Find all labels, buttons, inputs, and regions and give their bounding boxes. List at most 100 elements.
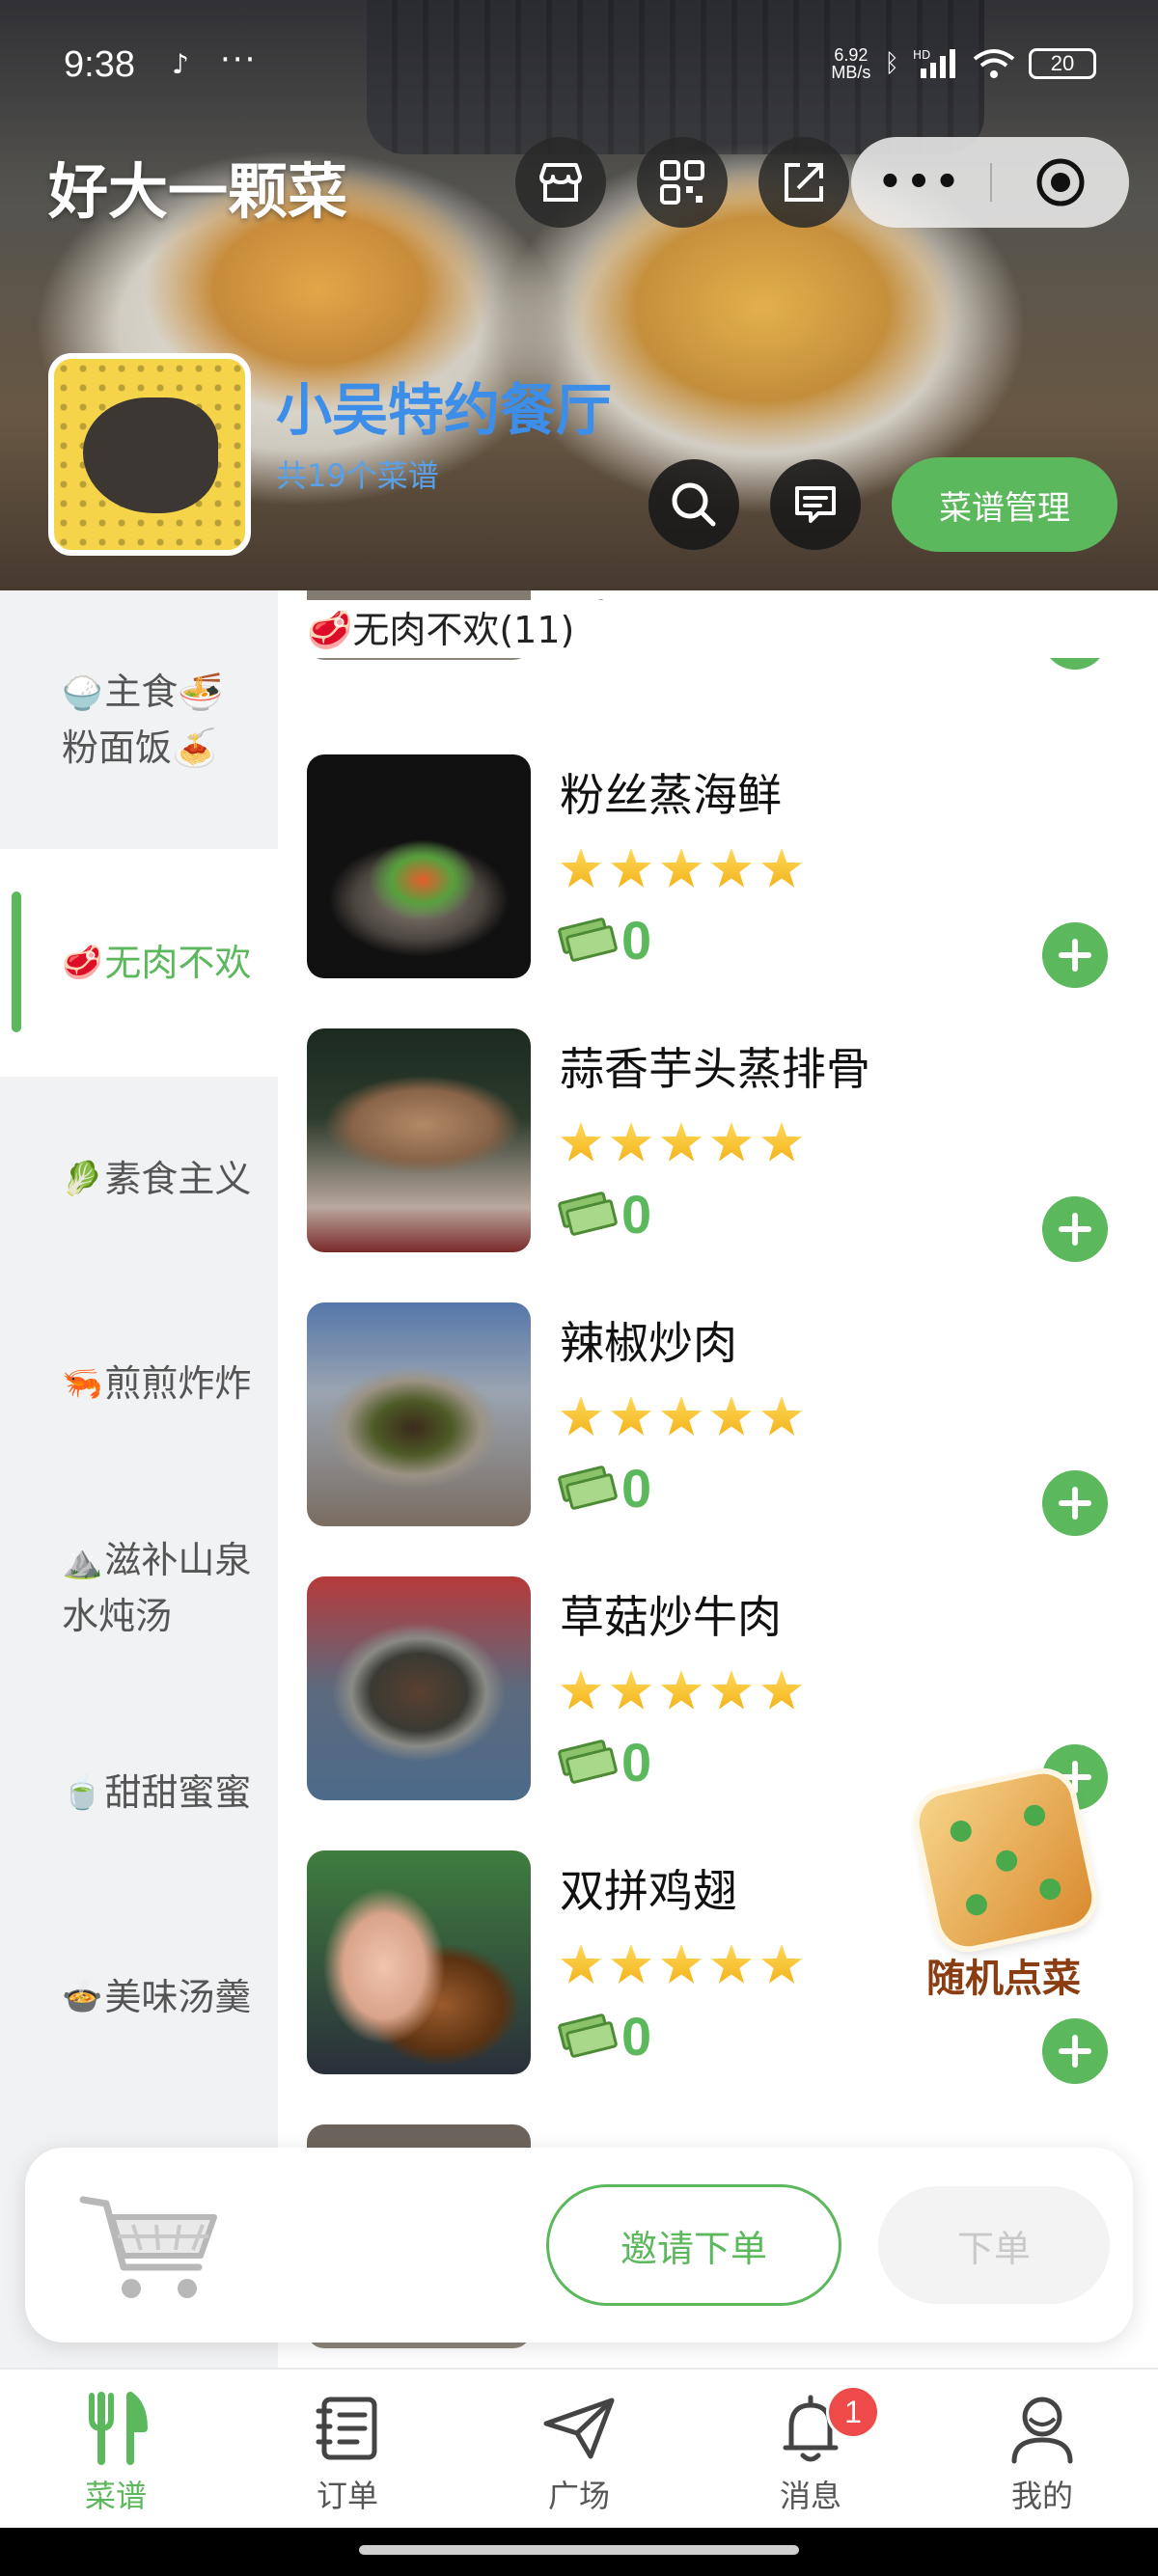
dish-name: 辣椒炒肉 bbox=[560, 1317, 737, 1369]
money-icon bbox=[557, 916, 619, 963]
search-icon bbox=[672, 482, 716, 527]
svg-text:HD: HD bbox=[913, 48, 930, 62]
store-button[interactable] bbox=[515, 137, 606, 228]
rating-stars bbox=[560, 1395, 803, 1438]
recipe-manage-button[interactable]: 菜谱管理 bbox=[892, 457, 1117, 552]
star-icon bbox=[610, 1943, 652, 1984]
dish-name: 双拼鸡翅 bbox=[560, 1865, 737, 1917]
sidebar-item-meat[interactable]: 🥩 无肉不欢 bbox=[0, 849, 278, 1077]
shopping-cart-icon[interactable] bbox=[73, 2182, 228, 2308]
sidebar-item-label: 滋补山泉 bbox=[104, 1539, 252, 1581]
status-time: 9:38 bbox=[64, 44, 135, 85]
network-speed: 6.92 MB/s bbox=[831, 45, 871, 82]
sidebar-item-vegetarian[interactable]: 🥬 素食主义 bbox=[0, 1077, 278, 1281]
star-icon bbox=[660, 847, 703, 888]
add-to-cart-button[interactable] bbox=[1042, 922, 1108, 988]
star-icon bbox=[660, 1121, 703, 1162]
dish-photo bbox=[307, 1850, 531, 2074]
dish-price: 0 bbox=[557, 909, 651, 972]
dish-name: 蒜香芋头蒸排骨 bbox=[560, 1043, 870, 1095]
share-button[interactable] bbox=[758, 137, 849, 228]
dish-photo bbox=[307, 1028, 531, 1252]
sidebar-item-label: 主食🍜 bbox=[104, 671, 224, 713]
tab-profile[interactable]: 我的 bbox=[926, 2370, 1158, 2530]
dish-item[interactable]: 蒜香芋头蒸排骨 0 bbox=[278, 1028, 1158, 1302]
notebook-icon bbox=[316, 2397, 377, 2460]
star-icon bbox=[610, 847, 652, 888]
star-icon bbox=[610, 1395, 652, 1436]
dish-photo bbox=[307, 1576, 531, 1800]
sidebar-item-soup[interactable]: 🍲 美味汤羹 bbox=[0, 1895, 278, 2099]
dish-price: 0 bbox=[557, 1183, 651, 1246]
star-icon bbox=[610, 1669, 652, 1710]
star-icon bbox=[660, 1943, 703, 1984]
add-to-cart-button[interactable] bbox=[1042, 1196, 1108, 1262]
dish-name: 粉丝蒸海鲜 bbox=[560, 769, 782, 821]
category-sidebar: 🍚主食🍜 粉面饭🍝 🥩 无肉不欢 🥬 素食主义 🦐 煎煎炸炸 ⛰️滋补山泉 水炖汤 🍵… bbox=[0, 590, 278, 2368]
qrcode-button[interactable] bbox=[637, 137, 728, 228]
user-icon bbox=[1011, 2397, 1073, 2464]
invite-order-button[interactable]: 邀请下单 bbox=[546, 2184, 841, 2306]
add-to-cart-button[interactable] bbox=[1042, 1470, 1108, 1536]
star-icon bbox=[710, 1669, 753, 1710]
money-icon bbox=[557, 1190, 619, 1237]
home-indicator[interactable] bbox=[359, 2545, 799, 2555]
rating-stars bbox=[560, 1943, 803, 1986]
search-button[interactable] bbox=[648, 459, 739, 550]
more-menu-button[interactable]: ••• bbox=[851, 160, 990, 205]
sidebar-item-label: 无肉不欢 bbox=[104, 942, 252, 984]
tab-label: 广场 bbox=[547, 2478, 610, 2514]
tab-square[interactable]: 广场 bbox=[463, 2370, 695, 2530]
tab-label: 订单 bbox=[316, 2478, 378, 2514]
tab-label: 菜谱 bbox=[84, 2478, 147, 2514]
star-icon bbox=[710, 1395, 753, 1436]
tiktok-icon: ♪ bbox=[172, 48, 189, 80]
dice-icon bbox=[914, 1768, 1097, 1952]
close-miniapp-button[interactable] bbox=[992, 156, 1129, 208]
chat-icon bbox=[795, 486, 836, 523]
sidebar-item-fried[interactable]: 🦐 煎煎炸炸 bbox=[0, 1281, 278, 1486]
restaurant-avatar[interactable] bbox=[48, 353, 251, 556]
tab-label: 我的 bbox=[1010, 2478, 1073, 2514]
rating-stars bbox=[560, 1121, 803, 1164]
tab-label: 消息 bbox=[779, 2478, 841, 2514]
star-icon bbox=[560, 1121, 602, 1162]
sidebar-item-label-2: 粉面饭🍝 bbox=[62, 726, 218, 769]
star-icon bbox=[660, 1395, 703, 1436]
tab-messages[interactable]: 消息 1 bbox=[695, 2370, 926, 2530]
star-icon bbox=[560, 1669, 602, 1710]
star-icon bbox=[560, 1395, 602, 1436]
star-icon bbox=[710, 847, 753, 888]
dish-price: 0 bbox=[557, 1457, 651, 1520]
battery-indicator: 20 bbox=[1029, 48, 1096, 79]
dish-price: 0 bbox=[557, 1731, 651, 1794]
tab-orders[interactable]: 订单 bbox=[232, 2370, 463, 2530]
dish-item[interactable]: 粉丝蒸海鲜 0 bbox=[278, 754, 1158, 1028]
restaurant-name: 小吴特约餐厅 bbox=[276, 377, 613, 443]
money-icon bbox=[557, 1738, 619, 1785]
dish-photo bbox=[307, 754, 531, 978]
money-icon bbox=[557, 1464, 619, 1511]
unread-badge: 1 bbox=[826, 2385, 880, 2439]
random-pick-button[interactable]: 随机点菜 bbox=[907, 1768, 1100, 2014]
star-icon bbox=[610, 1121, 652, 1162]
store-icon bbox=[539, 163, 582, 202]
sidebar-item-staple[interactable]: 🍚主食🍜 粉面饭🍝 bbox=[0, 590, 278, 849]
place-order-button[interactable]: 下单 bbox=[878, 2186, 1110, 2304]
target-icon bbox=[1036, 158, 1085, 206]
dish-item[interactable]: 辣椒炒肉 0 bbox=[278, 1302, 1158, 1576]
tab-recipes[interactable]: 菜谱 bbox=[0, 2370, 232, 2530]
add-to-cart-button[interactable] bbox=[1042, 2018, 1108, 2084]
sidebar-item-label: 美味汤羹 bbox=[104, 1976, 252, 2018]
status-icons: 6.92 MB/s ᛒ HD 20 bbox=[831, 46, 1096, 81]
paper-plane-icon bbox=[543, 2398, 615, 2459]
system-nav-bar bbox=[0, 2528, 1158, 2576]
message-button[interactable] bbox=[770, 459, 861, 550]
sidebar-item-soup-stew[interactable]: ⛰️滋补山泉 水炖汤 bbox=[0, 1486, 278, 1690]
dish-count: 共19个菜谱 bbox=[276, 457, 439, 494]
share-icon bbox=[785, 163, 823, 202]
sidebar-item-dessert[interactable]: 🍵 甜甜蜜蜜 bbox=[0, 1690, 278, 1895]
miniapp-capsule: ••• bbox=[851, 137, 1129, 228]
star-icon bbox=[560, 847, 602, 888]
star-icon bbox=[560, 1943, 602, 1984]
